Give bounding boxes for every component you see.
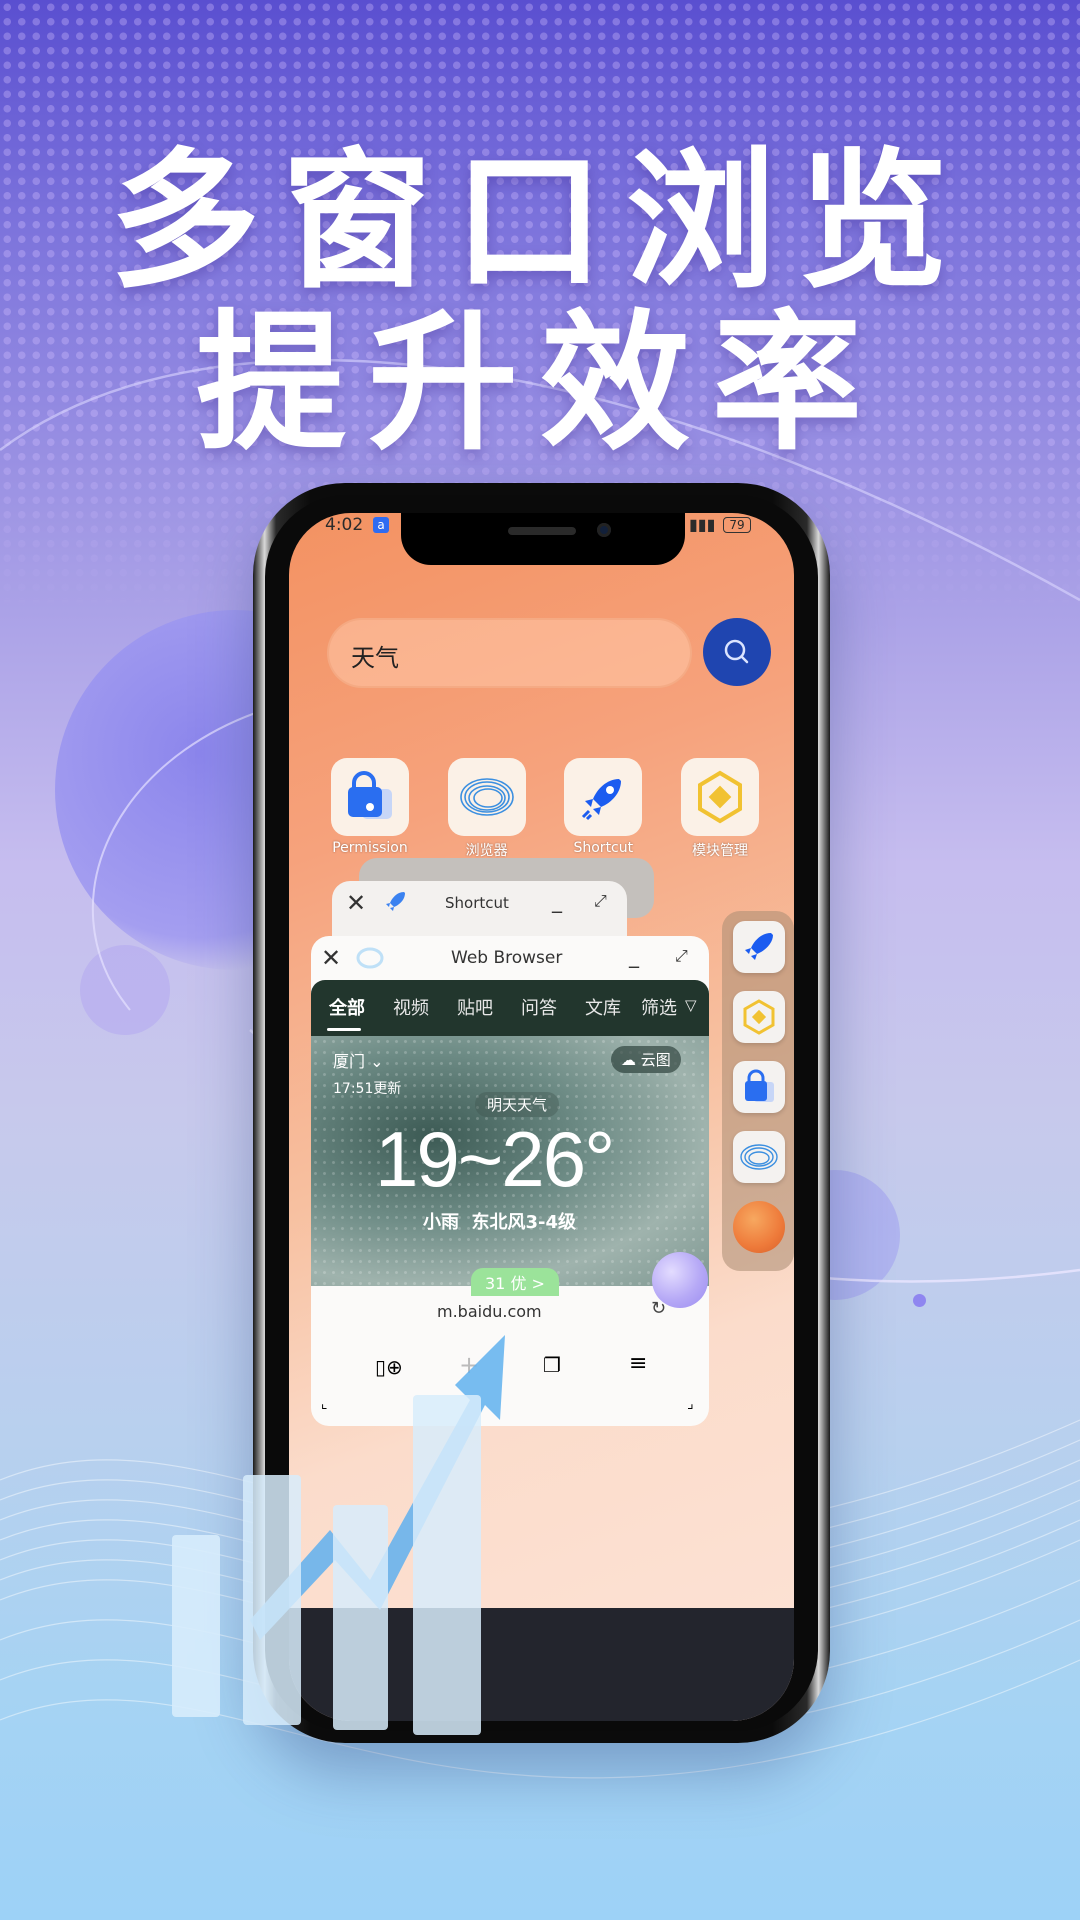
city-selector[interactable]: 厦门 ⌄ — [333, 1048, 384, 1072]
update-time: 17:51更新 — [333, 1081, 402, 1097]
cloud-map-button[interactable]: ☁ 云图 — [611, 1046, 681, 1073]
bar-2 — [243, 1475, 301, 1725]
temperature-range: 19~26° — [375, 1115, 615, 1203]
bar-3 — [333, 1505, 388, 1730]
growth-chart-illustration — [172, 1335, 505, 1735]
aqi-badge[interactable]: 31 优 > — [471, 1268, 559, 1296]
bar-4 — [413, 1395, 481, 1735]
weather-condition: 小雨 东北风3-4级 — [423, 1212, 577, 1233]
bar-1 — [172, 1535, 220, 1717]
